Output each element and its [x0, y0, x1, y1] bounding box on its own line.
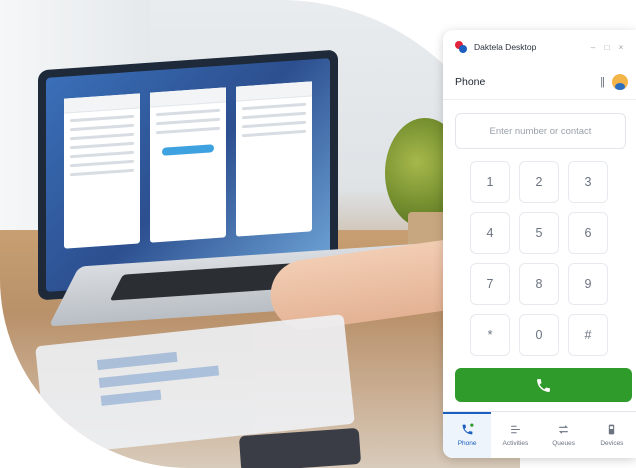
tab-label: Phone — [457, 440, 477, 447]
dial-keypad: 1 2 3 4 5 6 7 8 9 * 0 # — [470, 161, 636, 356]
phone-icon — [462, 423, 474, 435]
user-avatar[interactable] — [612, 73, 628, 90]
phone-icon — [537, 378, 550, 392]
tab-activities[interactable]: Activities — [491, 412, 539, 458]
mini-app-window — [236, 81, 312, 237]
call-button[interactable] — [455, 368, 632, 402]
daktela-logo-icon — [455, 41, 467, 53]
dial-key-2[interactable]: 2 — [519, 161, 559, 203]
queues-icon — [559, 425, 569, 434]
device-icon — [609, 424, 615, 435]
dial-key-8[interactable]: 8 — [519, 263, 559, 305]
dial-key-1[interactable]: 1 — [470, 161, 510, 203]
tab-label: Devices — [600, 440, 624, 447]
bottom-tab-bar: Phone Activities Queues Devices — [443, 411, 636, 458]
section-title: Phone — [455, 75, 486, 88]
window-title: Daktela Desktop — [474, 42, 537, 52]
minimize-button[interactable]: – — [586, 43, 600, 52]
dial-key-3[interactable]: 3 — [568, 161, 608, 203]
number-input[interactable]: Enter number or contact — [455, 113, 626, 149]
close-button[interactable]: × — [614, 43, 628, 52]
dial-key-hash[interactable]: # — [568, 314, 608, 356]
tab-phone[interactable]: Phone — [443, 412, 492, 458]
tab-label: Queues — [552, 440, 576, 447]
dial-key-star[interactable]: * — [470, 314, 510, 356]
dial-key-6[interactable]: 6 — [568, 212, 608, 254]
app-window: Daktela Desktop – □ × Phone || Enter num… — [443, 30, 636, 458]
activities-icon — [511, 425, 520, 434]
maximize-button[interactable]: □ — [600, 43, 614, 52]
section-header: Phone || — [443, 64, 636, 100]
dial-key-4[interactable]: 4 — [470, 212, 510, 254]
tab-queues[interactable]: Queues — [540, 412, 588, 458]
dial-key-7[interactable]: 7 — [470, 263, 510, 305]
mini-app-window — [150, 87, 226, 243]
tab-devices[interactable]: Devices — [588, 412, 636, 458]
tab-label: Activities — [502, 440, 529, 447]
dial-key-9[interactable]: 9 — [568, 263, 608, 305]
background-photo — [0, 0, 520, 468]
title-bar: Daktela Desktop – □ × — [443, 30, 636, 64]
dial-key-0[interactable]: 0 — [519, 314, 559, 356]
dial-key-5[interactable]: 5 — [519, 212, 559, 254]
pause-button[interactable]: || — [600, 76, 605, 88]
mini-app-window — [64, 93, 140, 249]
